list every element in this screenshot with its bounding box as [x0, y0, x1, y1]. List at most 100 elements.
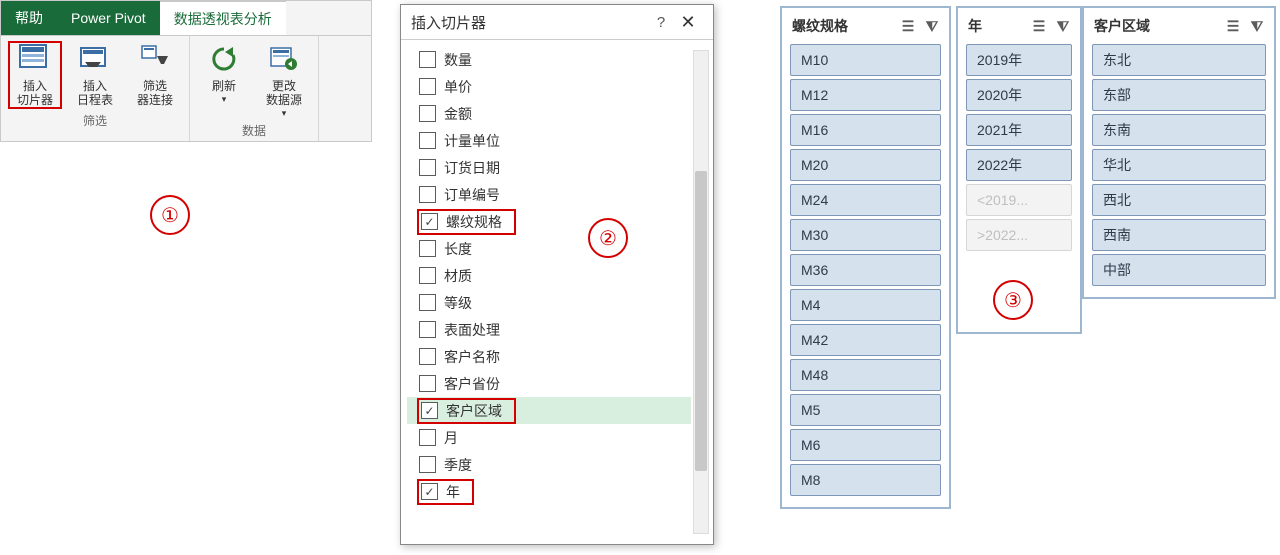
checkbox[interactable] [421, 402, 438, 419]
ribbon: 帮助 Power Pivot 数据透视表分析 插入 切片器 [0, 0, 372, 142]
dropdown-icon: ▾ [222, 94, 227, 104]
dialog-close-button[interactable]: ✕ [673, 12, 703, 33]
checkbox[interactable] [419, 51, 436, 68]
slicer-title: 年 [968, 16, 982, 36]
checkbox[interactable] [421, 483, 438, 500]
slicer-item[interactable]: 华北 [1092, 149, 1266, 181]
field-row[interactable]: 客户区域 [407, 397, 691, 424]
field-row[interactable]: 数量 [407, 46, 691, 73]
slicer-item[interactable]: >2022... [966, 219, 1072, 251]
annotation-2: ② [588, 218, 628, 258]
slicer-item[interactable]: M5 [790, 394, 941, 426]
field-row[interactable]: 长度 [407, 235, 691, 262]
dialog-title: 插入切片器 [411, 12, 486, 33]
slicer-item[interactable]: M30 [790, 219, 941, 251]
checkbox[interactable] [419, 375, 436, 392]
tab-help[interactable]: 帮助 [1, 1, 57, 35]
multi-select-icon[interactable]: ☰ [1224, 18, 1242, 34]
field-row[interactable]: 材质 [407, 262, 691, 289]
slicer-item[interactable]: 西北 [1092, 184, 1266, 216]
change-data-source-button[interactable]: 更改 数据源 ▾ [258, 42, 310, 118]
slicer-item[interactable]: 2022年 [966, 149, 1072, 181]
group-filter-label: 筛选 [83, 112, 107, 129]
checkbox[interactable] [419, 321, 436, 338]
annotation-1: ① [150, 195, 190, 235]
slicer-item[interactable]: 2019年 [966, 44, 1072, 76]
slicer-region[interactable]: 客户区域 ☰ ⧨ 东北东部东南华北西北西南中部 [1082, 6, 1276, 299]
slicer-item[interactable]: <2019... [966, 184, 1072, 216]
field-label: 等级 [444, 293, 472, 313]
slicer-item[interactable]: M48 [790, 359, 941, 391]
slicer-item[interactable]: M16 [790, 114, 941, 146]
checkbox[interactable] [419, 132, 436, 149]
slicer-item[interactable]: 2020年 [966, 79, 1072, 111]
field-label: 螺纹规格 [446, 212, 502, 232]
field-label: 计量单位 [444, 131, 500, 151]
refresh-button[interactable]: 刷新 ▾ [198, 42, 250, 118]
slicer-item[interactable]: M10 [790, 44, 941, 76]
slicer-item[interactable]: M8 [790, 464, 941, 496]
checkbox[interactable] [419, 429, 436, 446]
field-row[interactable]: 季度 [407, 451, 691, 478]
checkbox[interactable] [419, 240, 436, 257]
slicer-item[interactable]: M4 [790, 289, 941, 321]
slicer-item[interactable]: 中部 [1092, 254, 1266, 286]
multi-select-icon[interactable]: ☰ [1030, 18, 1048, 34]
field-row[interactable]: 计量单位 [407, 127, 691, 154]
tab-pivottable-analyze[interactable]: 数据透视表分析 [160, 1, 286, 35]
field-row[interactable]: 订货日期 [407, 154, 691, 181]
checkbox[interactable] [419, 294, 436, 311]
filter-connections-button[interactable]: 筛选 器连接 [129, 42, 181, 108]
field-row[interactable]: 等级 [407, 289, 691, 316]
field-row[interactable]: 金额 [407, 100, 691, 127]
insert-timeline-button[interactable]: 插入 日程表 [69, 42, 121, 108]
checkbox[interactable] [421, 213, 438, 230]
checkbox[interactable] [419, 267, 436, 284]
field-label: 订货日期 [444, 158, 500, 178]
field-row[interactable]: 月 [407, 424, 691, 451]
checkbox[interactable] [419, 348, 436, 365]
field-row[interactable]: 客户省份 [407, 370, 691, 397]
field-row[interactable]: 客户名称 [407, 343, 691, 370]
slicer-item[interactable]: M12 [790, 79, 941, 111]
checkbox[interactable] [419, 186, 436, 203]
field-row[interactable]: 单价 [407, 73, 691, 100]
group-data-label: 数据 [242, 122, 266, 139]
checkbox[interactable] [419, 159, 436, 176]
clear-filter-icon[interactable]: ⧨ [1054, 18, 1072, 34]
field-row[interactable]: 螺纹规格 [407, 208, 691, 235]
field-list[interactable]: 数量单价金额计量单位订货日期订单编号螺纹规格长度材质等级表面处理客户名称客户省份… [407, 46, 707, 536]
slicer-item[interactable]: M42 [790, 324, 941, 356]
dialog-help-button[interactable]: ? [649, 14, 673, 31]
filter-connections-icon [138, 42, 172, 76]
slicer-item[interactable]: 东部 [1092, 79, 1266, 111]
checkbox[interactable] [419, 105, 436, 122]
clear-filter-icon[interactable]: ⧨ [1248, 18, 1266, 34]
slicer-item[interactable]: 2021年 [966, 114, 1072, 146]
field-row[interactable]: 年 [407, 478, 691, 505]
clear-filter-icon[interactable]: ⧨ [923, 18, 941, 34]
scrollbar-thumb[interactable] [695, 171, 707, 471]
field-row[interactable]: 表面处理 [407, 316, 691, 343]
slicer-item[interactable]: 东南 [1092, 114, 1266, 146]
annotation-3: ③ [993, 280, 1033, 320]
field-label: 表面处理 [444, 320, 500, 340]
field-label: 年 [446, 482, 460, 502]
field-row[interactable]: 订单编号 [407, 181, 691, 208]
slicer-item[interactable]: 东北 [1092, 44, 1266, 76]
slicer-item[interactable]: 西南 [1092, 219, 1266, 251]
filter-connections-label: 筛选 器连接 [137, 80, 173, 108]
checkbox[interactable] [419, 78, 436, 95]
insert-slicer-button[interactable]: 插入 切片器 [9, 42, 61, 108]
slicer-item[interactable]: M36 [790, 254, 941, 286]
tab-power-pivot[interactable]: Power Pivot [57, 1, 160, 35]
slicer-spec[interactable]: 螺纹规格 ☰ ⧨ M10M12M16M20M24M30M36M4M42M48M5… [780, 6, 951, 509]
scrollbar[interactable] [693, 50, 709, 534]
checkbox[interactable] [419, 456, 436, 473]
slicer-item[interactable]: M20 [790, 149, 941, 181]
multi-select-icon[interactable]: ☰ [899, 18, 917, 34]
slicer-item[interactable]: M6 [790, 429, 941, 461]
slicer-item[interactable]: M24 [790, 184, 941, 216]
group-data: 刷新 ▾ 更改 数据源 ▾ 数据 [190, 36, 319, 141]
data-source-icon [267, 42, 301, 76]
